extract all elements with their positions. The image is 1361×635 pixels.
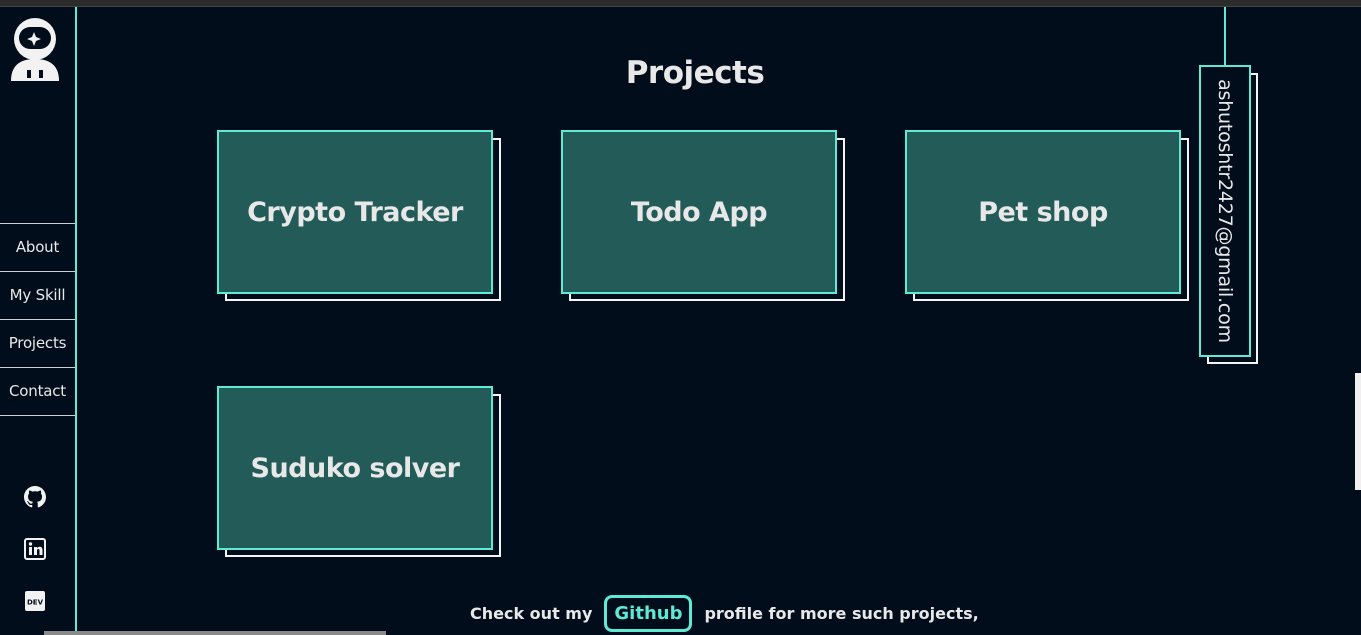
astronaut-logo-icon[interactable] xyxy=(8,15,64,81)
vertical-scrollbar-thumb[interactable] xyxy=(1355,373,1361,490)
project-card-title: Pet shop xyxy=(905,130,1181,294)
nav-item-my-skill[interactable]: My Skill xyxy=(0,272,75,320)
github-icon[interactable] xyxy=(22,484,48,510)
linkedin-icon[interactable] xyxy=(22,536,48,562)
project-card-title: Suduko solver xyxy=(217,386,493,550)
github-link-button[interactable]: Github xyxy=(604,594,693,632)
email-link[interactable]: ashutoshtr2427@gmail.com xyxy=(1199,65,1259,365)
project-card-title: Crypto Tracker xyxy=(217,130,493,294)
email-connector-line xyxy=(1224,7,1226,66)
footer-suffix: profile for more such projects, xyxy=(704,603,979,623)
nav-item-projects[interactable]: Projects xyxy=(0,320,75,368)
project-card-title: Todo App xyxy=(561,130,837,294)
nav-item-about[interactable]: About xyxy=(0,224,75,272)
horizontal-scrollbar-thumb[interactable] xyxy=(44,631,386,635)
project-card-pet-shop[interactable]: Pet shop xyxy=(905,130,1189,302)
sidebar-nav: About My Skill Projects Contact xyxy=(0,223,75,416)
browser-top-edge xyxy=(0,0,1361,7)
email-address: ashutoshtr2427@gmail.com xyxy=(1214,79,1236,343)
email-box: ashutoshtr2427@gmail.com xyxy=(1199,65,1251,357)
project-card-todo-app[interactable]: Todo App xyxy=(561,130,845,302)
sidebar: About My Skill Projects Contact DEV xyxy=(0,7,77,635)
project-card-suduko-solver[interactable]: Suduko solver xyxy=(217,386,501,558)
project-card-crypto-tracker[interactable]: Crypto Tracker xyxy=(217,130,501,302)
nav-item-contact[interactable]: Contact xyxy=(0,368,75,416)
footer-prefix: Check out my xyxy=(470,603,593,623)
dev-icon[interactable]: DEV xyxy=(22,588,48,614)
page-title: Projects xyxy=(625,55,765,91)
dev-icon-label: DEV xyxy=(27,599,44,607)
footer-github-cta: Check out my Github profile for more suc… xyxy=(470,594,979,632)
